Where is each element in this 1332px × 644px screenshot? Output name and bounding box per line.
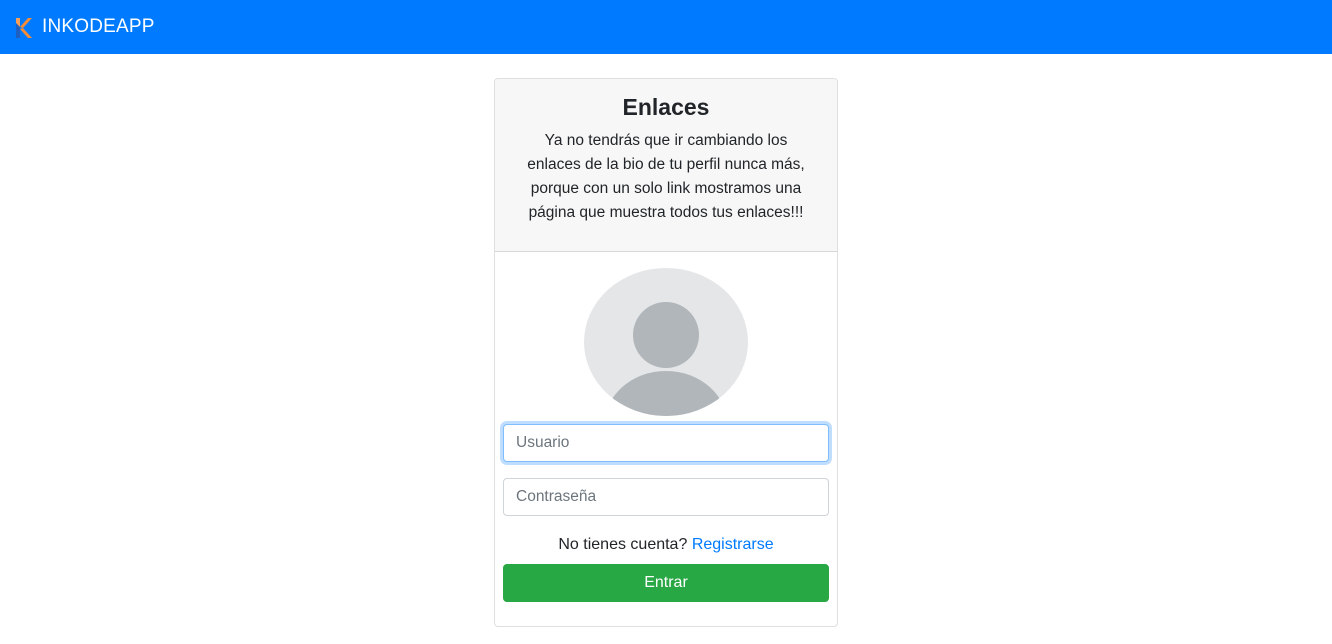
card-description: Ya no tendrás que ir cambiando los enlac… xyxy=(527,132,805,221)
submit-button[interactable]: Entrar xyxy=(503,564,829,602)
navbar: INKODEAPP xyxy=(0,0,1332,54)
card-title: Enlaces xyxy=(622,94,710,120)
password-input[interactable] xyxy=(503,478,829,516)
brand-name: INKODEAPP xyxy=(42,16,155,37)
k-logo-icon xyxy=(16,18,32,38)
register-row: No tienes cuenta? Registrarse xyxy=(495,534,837,556)
card-header: Enlaces Ya no tendrás que ir cambiando l… xyxy=(495,79,837,252)
no-account-text: No tienes cuenta? xyxy=(558,536,688,553)
username-input[interactable] xyxy=(503,424,829,462)
login-card: Enlaces Ya no tendrás que ir cambiando l… xyxy=(494,78,838,627)
card-body: No tienes cuenta? Registrarse Entrar xyxy=(495,252,837,626)
register-link[interactable]: Registrarse xyxy=(692,536,774,553)
user-avatar-icon xyxy=(584,268,748,416)
brand-link[interactable]: INKODEAPP xyxy=(16,16,155,38)
